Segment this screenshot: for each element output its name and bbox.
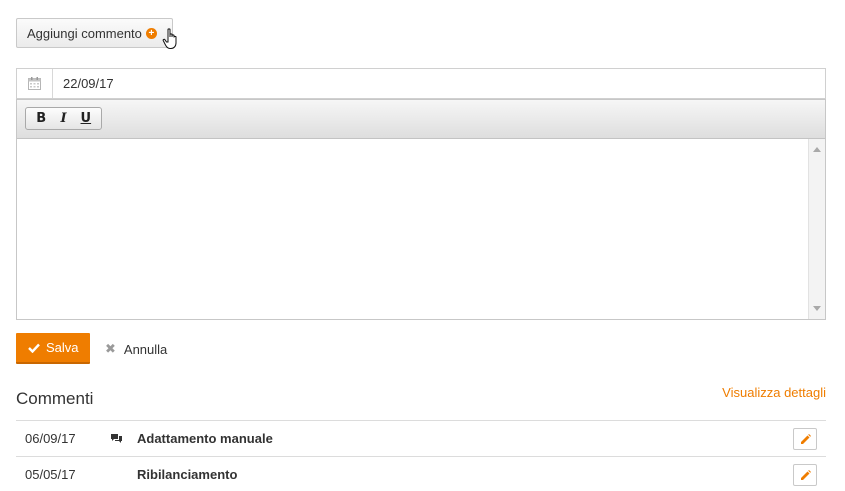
- chat-bubbles-icon: [96, 433, 137, 444]
- close-icon: ✖: [105, 341, 116, 357]
- comments-heading: Commenti: [16, 389, 94, 408]
- comment-title: Adattamento manuale: [137, 431, 273, 446]
- save-button[interactable]: Salva: [16, 333, 90, 364]
- comments-list: 06/09/17 Adattamento manuale 05/05/17 Ri…: [16, 420, 826, 491]
- list-item[interactable]: 05/05/17 Ribilanciamento: [16, 456, 826, 491]
- pencil-icon: [800, 433, 811, 444]
- editor-scrollbar[interactable]: [808, 139, 825, 319]
- bold-button[interactable]: B: [31, 111, 51, 126]
- plus-circle-icon: +: [145, 27, 157, 39]
- underline-button[interactable]: U: [76, 111, 96, 126]
- editor-toolbar: B I U: [17, 100, 825, 139]
- add-comment-label: Aggiungi commento: [27, 25, 142, 41]
- format-button-group: B I U: [25, 107, 102, 130]
- comment-date: 05/05/17: [25, 467, 76, 482]
- save-label: Salva: [46, 340, 79, 355]
- edit-button[interactable]: [793, 464, 817, 486]
- calendar-icon[interactable]: [17, 69, 53, 98]
- add-comment-button[interactable]: Aggiungi commento +: [16, 18, 173, 48]
- scroll-up-arrow-icon[interactable]: [813, 147, 821, 152]
- comment-date: 06/09/17: [25, 431, 76, 446]
- view-details-link[interactable]: Visualizza dettagli: [722, 385, 826, 400]
- hand-cursor-icon: [162, 28, 177, 49]
- edit-button[interactable]: [793, 428, 817, 450]
- comment-title: Ribilanciamento: [137, 467, 238, 482]
- list-item[interactable]: 06/09/17 Adattamento manuale: [16, 420, 826, 456]
- date-input[interactable]: [53, 69, 825, 98]
- scroll-down-arrow-icon[interactable]: [813, 306, 821, 311]
- check-icon: [28, 343, 40, 353]
- comment-text-area[interactable]: [17, 139, 808, 319]
- cancel-label: Annulla: [123, 341, 168, 357]
- italic-button[interactable]: I: [53, 111, 73, 126]
- date-field-row: [16, 68, 826, 99]
- cancel-button[interactable]: ✖ Annulla: [105, 340, 167, 358]
- comment-editor: B I U: [16, 99, 826, 320]
- pencil-icon: [800, 469, 811, 480]
